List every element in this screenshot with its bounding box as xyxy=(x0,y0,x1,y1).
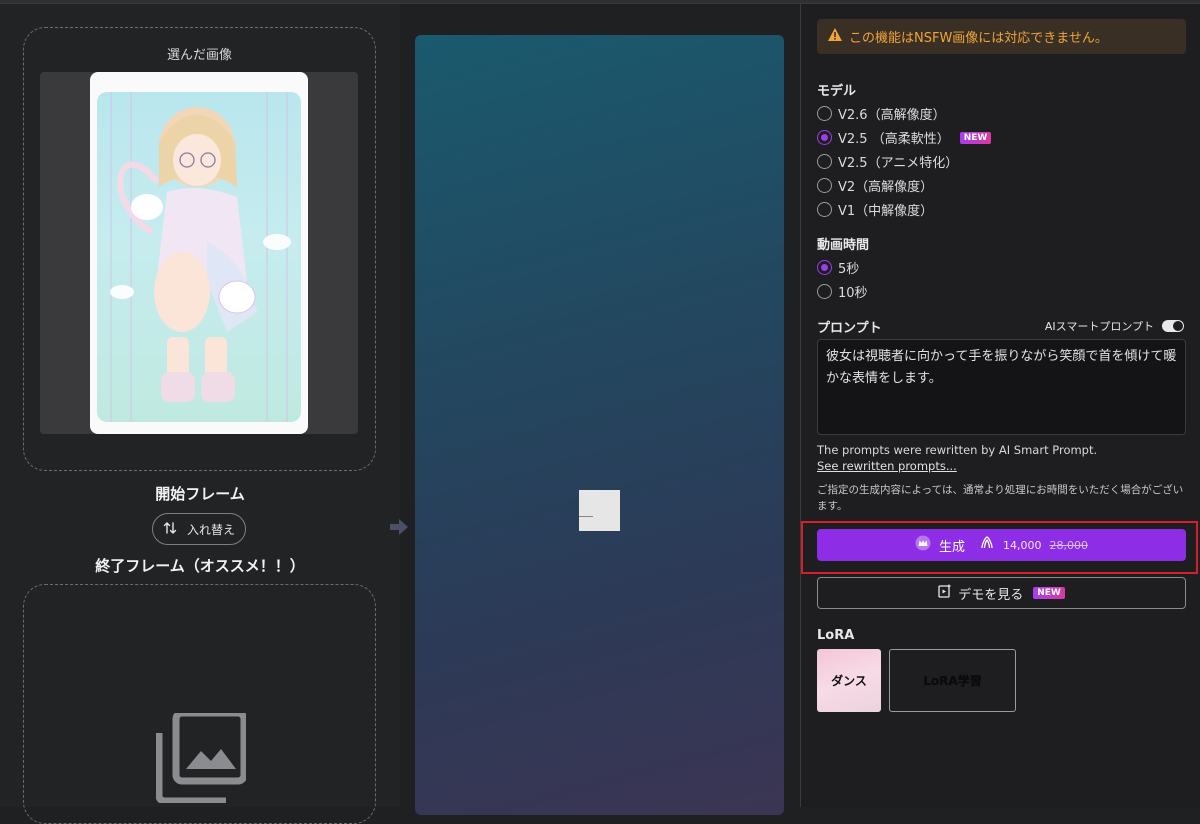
start-frame-label: 開始フレーム xyxy=(155,485,245,503)
warning-text: この機能はNSFW画像には対応できません。 xyxy=(849,31,1108,46)
radio-button[interactable] xyxy=(817,284,832,299)
ai-smart-prompt-label: AIスマートプロンプト xyxy=(1044,320,1154,333)
model-option-v2-5-anime[interactable]: V2.5（アニメ特化） xyxy=(817,152,958,171)
radio-button[interactable] xyxy=(817,154,832,169)
nsfw-warning-banner: この機能はNSFW画像には対応できません。 xyxy=(817,19,1186,54)
generate-cost: 14,000 xyxy=(1003,538,1042,552)
warning-icon xyxy=(827,27,843,46)
settings-panel: この機能はNSFW画像には対応できません。 モデル V2.6（高解像度） V2.… xyxy=(800,4,1200,807)
radio-button-checked[interactable] xyxy=(817,130,832,145)
radio-button[interactable] xyxy=(817,106,832,121)
lora-training-card[interactable]: LoRA学習 xyxy=(889,649,1016,712)
video-preview-area xyxy=(415,35,784,815)
video-demo-icon xyxy=(938,584,952,602)
lora-dance-card[interactable]: ダンス xyxy=(817,649,881,712)
duration-option-label: 10秒 xyxy=(838,286,868,301)
see-rewritten-prompts-link[interactable]: See rewritten prompts... xyxy=(817,459,957,473)
lora-dance-label: ダンス xyxy=(831,674,867,688)
lora-train-label: LoRA学習 xyxy=(923,674,982,688)
swap-vertical-icon xyxy=(163,521,177,538)
demo-label: デモを見る xyxy=(958,587,1024,603)
image-gallery-icon xyxy=(155,709,248,807)
new-badge: NEW xyxy=(1033,587,1065,599)
generate-label: 生成 xyxy=(938,539,965,555)
radio-button[interactable] xyxy=(817,178,832,193)
radio-button-checked[interactable] xyxy=(817,260,832,275)
prompt-textarea[interactable]: 彼女は視聴者に向かって手を振りながら笑顔で首を傾けて暖かな表情をします。 xyxy=(817,339,1186,435)
swap-button-label: 入れ替え xyxy=(186,522,235,537)
frame-panel: 選んだ画像 開始フレーム 入れ替え 終了フレーム（オススメ！！） xyxy=(0,4,400,824)
anime-girl-illustration xyxy=(97,92,301,422)
new-badge: NEW xyxy=(959,131,992,144)
model-option-v2-6[interactable]: V2.6（高解像度） xyxy=(817,104,946,123)
arrow-right-icon xyxy=(388,516,410,542)
duration-option-10s[interactable]: 10秒 xyxy=(817,282,868,301)
generate-cost-original: 28,000 xyxy=(1049,538,1089,552)
processing-time-notice: ご指定の生成内容によっては、通常より処理にお時間をいただく場合がございます。 xyxy=(817,484,1184,512)
model-section-title: モデル xyxy=(817,84,857,99)
duration-option-5s[interactable]: 5秒 xyxy=(817,258,859,277)
generate-button[interactable]: 生成 14,000 28,000 xyxy=(817,529,1186,561)
duration-section-title: 動画時間 xyxy=(817,238,870,253)
model-option-v2-5-flexible[interactable]: V2.5 （高柔軟性） NEW xyxy=(817,128,992,147)
crown-icon xyxy=(915,535,931,555)
selected-image xyxy=(90,72,308,434)
radio-button[interactable] xyxy=(817,202,832,217)
model-option-label: V2（高解像度） xyxy=(838,180,934,195)
prompt-section-title: プロンプト xyxy=(817,321,882,336)
end-frame-dropzone[interactable] xyxy=(23,584,376,824)
coins-icon xyxy=(979,535,995,555)
model-option-label: V2.6（高解像度） xyxy=(838,108,946,123)
selected-image-label: 選んだ画像 xyxy=(166,48,232,63)
model-option-label: V2.5 （高柔軟性） xyxy=(838,132,950,147)
model-option-label: V1（中解像度） xyxy=(838,204,934,219)
end-frame-label: 終了フレーム（オススメ！！） xyxy=(95,557,305,575)
lora-section-title: LoRA xyxy=(817,628,855,643)
watch-demo-button[interactable]: デモを見る NEW xyxy=(817,577,1186,609)
ai-smart-prompt-toggle[interactable]: AIスマートプロンプト xyxy=(1045,318,1184,334)
model-option-v1[interactable]: V1（中解像度） xyxy=(817,200,933,219)
swap-button[interactable]: 入れ替え xyxy=(152,513,246,545)
loading-placeholder xyxy=(579,490,620,531)
toggle-switch[interactable] xyxy=(1162,320,1184,332)
model-option-label: V2.5（アニメ特化） xyxy=(838,156,959,171)
rewritten-note: The prompts were rewritten by AI Smart P… xyxy=(817,443,1098,457)
illustration-art xyxy=(110,92,291,422)
duration-option-label: 5秒 xyxy=(838,262,860,277)
start-frame-dropzone[interactable]: 選んだ画像 xyxy=(23,27,376,471)
model-option-v2[interactable]: V2（高解像度） xyxy=(817,176,933,195)
